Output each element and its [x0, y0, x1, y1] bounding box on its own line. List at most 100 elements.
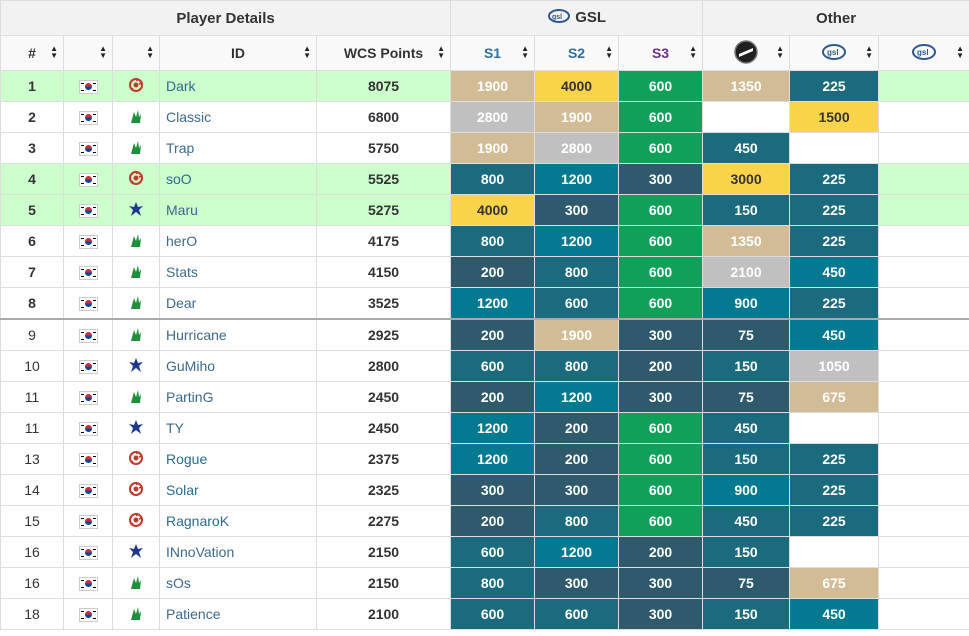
- player-id-link[interactable]: Maru: [159, 194, 317, 226]
- gsl-event-2-cell: [878, 194, 969, 226]
- header-gsl-event-1[interactable]: gsl ▲ ▼: [789, 35, 880, 71]
- player-id-link[interactable]: GuMiho: [159, 350, 317, 382]
- table-row: 9 Hurricane 2925 200 1900 300 75 450: [0, 318, 969, 351]
- flag-cell: [63, 256, 113, 288]
- flag-cell: [63, 443, 113, 475]
- player-id-link[interactable]: Dark: [159, 70, 317, 102]
- korea-flag-icon: [78, 111, 98, 126]
- protoss-race-icon: [128, 388, 144, 407]
- flag-cell: [63, 567, 113, 599]
- gsl-event-2-cell: [878, 567, 969, 599]
- gsl-s3-cell: 200: [618, 350, 704, 382]
- sort-icon: ▲ ▼: [865, 44, 874, 60]
- player-id-link[interactable]: Patience: [159, 598, 317, 630]
- gsl-event-2-cell: [878, 70, 969, 102]
- gsl-event-2-cell: [878, 412, 969, 444]
- gsl-event-1-cell: 450: [789, 256, 880, 288]
- wcs-event-cell: 150: [702, 194, 791, 226]
- gsl-event-1-cell: 225: [789, 505, 880, 537]
- sort-icon: ▲ ▼: [146, 44, 154, 60]
- player-id-link[interactable]: INnoVation: [159, 536, 317, 568]
- gsl-s1-cell: 200: [450, 381, 536, 413]
- gsl-s1-cell: 600: [450, 536, 536, 568]
- wcs-event-cell: 3000: [702, 163, 791, 195]
- svg-text:gsl: gsl: [552, 14, 562, 21]
- gsl-s1-cell: 800: [450, 225, 536, 257]
- gsl-s3-cell: 600: [618, 443, 704, 475]
- korea-flag-icon: [78, 577, 98, 592]
- gsl-event-1-cell: 450: [789, 318, 880, 351]
- table-row: 2 Classic 6800 2800 1900 600 1500: [0, 101, 969, 133]
- player-id-link[interactable]: PartinG: [159, 381, 317, 413]
- gsl-s2-cell: 600: [534, 287, 620, 320]
- flag-cell: [63, 287, 113, 320]
- wcs-points-cell: 2800: [315, 350, 452, 382]
- header-s3[interactable]: S3 ▲ ▼: [618, 35, 704, 71]
- gsl-s3-cell: 600: [618, 194, 704, 226]
- player-id-link[interactable]: Trap: [159, 132, 317, 164]
- race-cell: [112, 163, 160, 195]
- gsl-logo-icon: gsl: [912, 43, 937, 60]
- header-wcs-event[interactable]: ▲ ▼: [702, 35, 791, 71]
- header-id[interactable]: ID ▲ ▼: [159, 35, 317, 71]
- header-s2[interactable]: S2 ▲ ▼: [534, 35, 620, 71]
- gsl-event-2-cell: [878, 474, 969, 506]
- wcs-event-cell: 150: [702, 350, 791, 382]
- gsl-event-1-cell: 1500: [789, 101, 880, 133]
- wcs-event-cell: 150: [702, 598, 791, 630]
- gsl-event-1-cell: 450: [789, 598, 880, 630]
- player-id-link[interactable]: Dear: [159, 287, 317, 320]
- player-id-link[interactable]: soO: [159, 163, 317, 195]
- gsl-event-2-cell: [878, 132, 969, 164]
- flag-cell: [63, 381, 113, 413]
- gsl-s1-cell: 200: [450, 256, 536, 288]
- sort-icon: ▲ ▼: [99, 44, 107, 60]
- player-id-link[interactable]: sOs: [159, 567, 317, 599]
- sort-icon: ▲ ▼: [521, 44, 530, 60]
- header-race[interactable]: ▲ ▼: [112, 35, 160, 71]
- terran-race-icon: [128, 201, 144, 220]
- gsl-event-1-cell: 225: [789, 194, 880, 226]
- gsl-event-1-cell: 675: [789, 381, 880, 413]
- table-row: 11 PartinG 2450 200 1200 300 75 675: [0, 381, 969, 413]
- player-id-link[interactable]: Rogue: [159, 443, 317, 475]
- gsl-event-1-cell: 1050: [789, 350, 880, 382]
- header-wcs-points[interactable]: WCS Points ▲ ▼: [315, 35, 452, 71]
- table-row: 15 RagnaroK 2275 200 800 600 450 225: [0, 505, 969, 537]
- rank-cell: 11: [0, 381, 64, 413]
- wcs-points-cell: 5750: [315, 132, 452, 164]
- wcs-points-cell: 2450: [315, 381, 452, 413]
- gsl-event-2-cell: [878, 163, 969, 195]
- header-gsl-event-2[interactable]: gsl ▲ ▼: [878, 35, 969, 71]
- header-flag[interactable]: ▲ ▼: [63, 35, 113, 71]
- gsl-s3-cell: 300: [618, 598, 704, 630]
- gsl-s2-cell: 300: [534, 567, 620, 599]
- rank-cell: 10: [0, 350, 64, 382]
- korea-flag-icon: [78, 453, 98, 468]
- player-id-link[interactable]: Solar: [159, 474, 317, 506]
- gsl-s2-cell: 300: [534, 474, 620, 506]
- flag-cell: [63, 101, 113, 133]
- rank-cell: 8: [0, 287, 64, 320]
- wcs-points-cell: 5275: [315, 194, 452, 226]
- wcs-points-cell: 2450: [315, 412, 452, 444]
- wcs-points-cell: 2375: [315, 443, 452, 475]
- gsl-event-2-cell: [878, 536, 969, 568]
- player-id-link[interactable]: Stats: [159, 256, 317, 288]
- header-s1[interactable]: S1 ▲ ▼: [450, 35, 536, 71]
- player-id-link[interactable]: TY: [159, 412, 317, 444]
- zerg-race-icon: [128, 77, 144, 96]
- gsl-s1-cell: 200: [450, 505, 536, 537]
- table-row: 5 Maru 5275 4000 300 600 150 225: [0, 194, 969, 226]
- gsl-s2-cell: 1200: [534, 163, 620, 195]
- wcs-event-cell: 450: [702, 505, 791, 537]
- gsl-logo-icon: gsl: [822, 43, 847, 60]
- player-id-link[interactable]: herO: [159, 225, 317, 257]
- gsl-s3-cell: 600: [618, 70, 704, 102]
- player-id-link[interactable]: Classic: [159, 101, 317, 133]
- player-id-link[interactable]: RagnaroK: [159, 505, 317, 537]
- wcs-points-cell: 4175: [315, 225, 452, 257]
- gsl-event-1-cell: [789, 412, 880, 444]
- header-rank[interactable]: # ▲ ▼: [0, 35, 64, 71]
- player-id-link[interactable]: Hurricane: [159, 318, 317, 351]
